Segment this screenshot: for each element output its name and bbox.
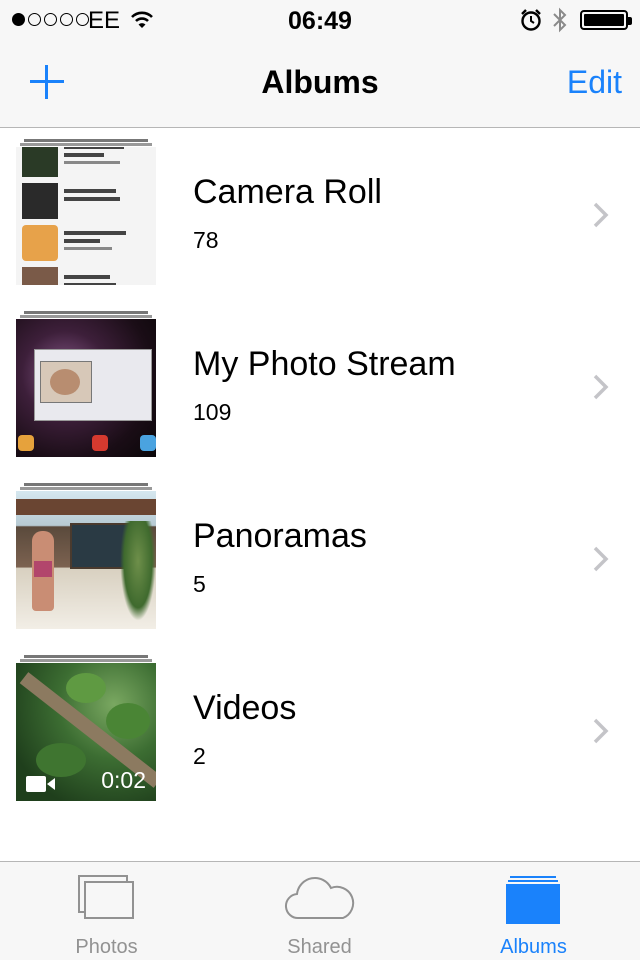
album-thumbnail: 0:02 [16,655,156,801]
tab-photos[interactable]: Photos [0,862,213,960]
album-thumbnail [16,483,156,629]
album-name: My Photo Stream [193,345,456,383]
status-bar: EE 06:49 [0,0,640,40]
tab-bar: Photos Shared Albums [0,861,640,960]
alarm-icon [521,9,541,31]
edit-button[interactable]: Edit [567,64,622,101]
album-name: Videos [193,689,297,727]
tab-label: Photos [75,936,138,958]
chevron-right-icon [593,546,609,572]
video-duration: 0:02 [101,767,146,793]
videos-thumbnail: 0:02 [16,663,156,801]
tab-label: Albums [500,936,567,958]
panoramas-thumbnail [16,491,156,629]
navigation-bar: Albums Edit [0,40,640,128]
clock: 06:49 [288,7,352,35]
cloud-icon [284,877,354,920]
album-name: Panoramas [193,517,367,555]
camera-roll-thumbnail [16,147,156,285]
chevron-right-icon [593,202,609,228]
chevron-right-icon [593,374,609,400]
album-count: 5 [193,571,206,597]
album-count: 109 [193,399,232,425]
bluetooth-icon [553,7,567,33]
album-row-panoramas[interactable]: Panoramas 5 [0,473,640,645]
album-thumbnail [16,139,156,285]
album-row-videos[interactable]: 0:02 Videos 2 [0,645,640,817]
albums-icon [505,876,560,924]
video-camera-icon [26,776,55,792]
tab-albums[interactable]: Albums [427,862,640,960]
photo-stream-thumbnail [16,319,156,457]
tab-label: Shared [287,936,352,958]
album-name: Camera Roll [193,173,382,211]
battery-icon [580,10,632,30]
chevron-right-icon [593,718,609,744]
photos-icon [77,875,134,919]
album-thumbnail [16,311,156,457]
tab-shared[interactable]: Shared [213,862,426,960]
album-row-my-photo-stream[interactable]: My Photo Stream 109 [0,301,640,473]
album-count: 78 [193,227,219,253]
album-row-camera-roll[interactable]: Camera Roll 78 [0,129,640,301]
page-title: Albums [261,64,379,100]
album-list: Camera Roll 78 My Photo Stream 109 Panor… [0,129,640,817]
album-count: 2 [193,743,206,769]
